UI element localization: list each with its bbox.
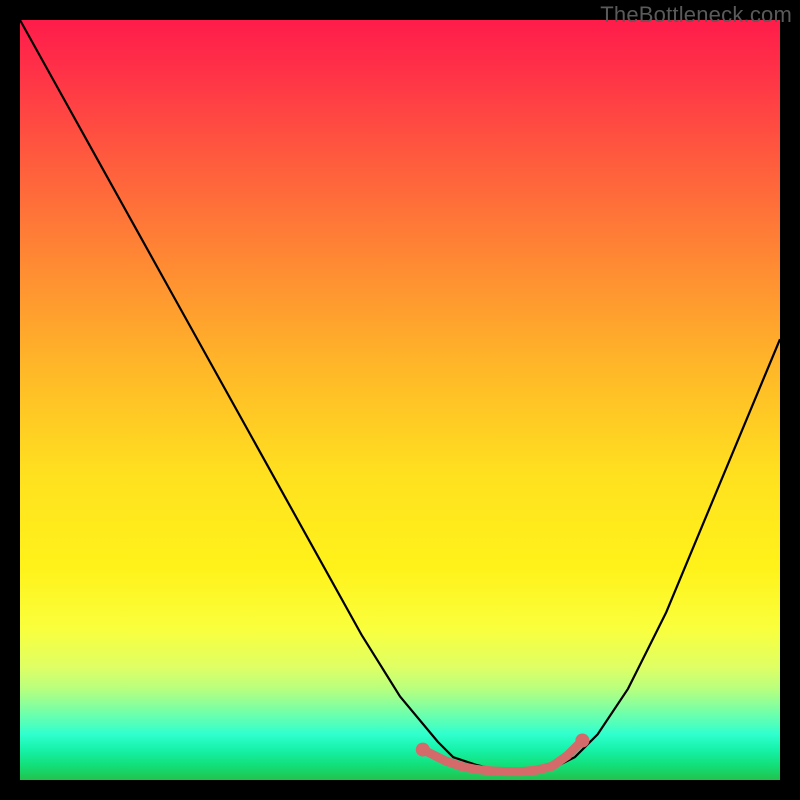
- watermark-text: TheBottleneck.com: [600, 2, 792, 28]
- trough-dot: [575, 734, 589, 748]
- trough-dot: [548, 762, 557, 771]
- bottleneck-svg: [20, 20, 780, 780]
- chart-frame: TheBottleneck.com: [0, 0, 800, 800]
- bottleneck-curve: [20, 20, 780, 771]
- trough-dot: [487, 766, 496, 775]
- plot-area: [20, 20, 780, 780]
- trough-dot: [502, 767, 511, 776]
- trough-dot: [517, 767, 526, 776]
- trough-dot: [532, 766, 541, 775]
- trough-dot: [472, 765, 481, 774]
- trough-dot: [416, 743, 430, 757]
- trough-dot: [441, 757, 450, 766]
- trough-dot: [563, 751, 572, 760]
- trough-dot: [456, 762, 465, 771]
- trough-highlight: [423, 741, 583, 772]
